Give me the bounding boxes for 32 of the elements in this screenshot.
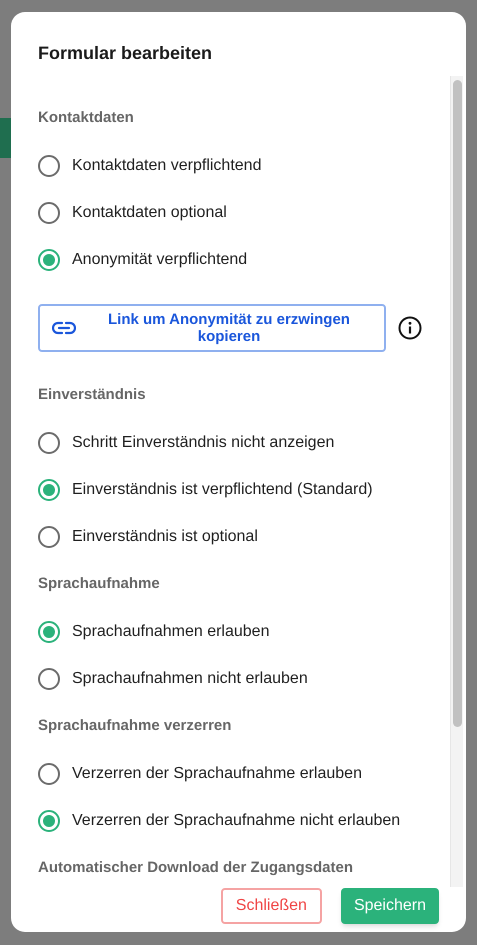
close-button[interactable]: Schließen — [220, 888, 322, 924]
radio-button[interactable] — [38, 248, 60, 270]
radio-label[interactable]: Kontaktdaten optional — [72, 200, 227, 224]
section-heading: Sprachaufnahme verzerren — [38, 716, 232, 736]
radio-label[interactable]: Verzerren der Sprachaufnahme nicht erlauben — [72, 808, 400, 832]
radio-label[interactable]: Verzerren der Sprachaufnahme erlauben — [72, 762, 362, 786]
radio-button[interactable] — [38, 202, 60, 224]
section-heading: Automatischer Download der Zugangsdaten — [38, 858, 354, 878]
radio-label[interactable]: Einverständnis ist verpflichtend (Standard) — [72, 478, 373, 502]
radio-label[interactable]: Sprachaufnahmen nicht erlauben — [72, 666, 308, 690]
radio-label[interactable]: Schritt Einverständnis nicht anzeigen — [72, 430, 334, 454]
radio-label[interactable]: Sprachaufnahmen erlauben — [72, 620, 270, 644]
copy-link-button[interactable]: Link um Anonymität zu erzwingen kopieren — [38, 304, 386, 352]
scrollbar[interactable] — [450, 76, 463, 887]
radio-label[interactable]: Kontaktdaten verpflichtend — [72, 154, 262, 178]
radio-label[interactable]: Einverständnis ist optional — [72, 524, 258, 548]
radio-label[interactable]: Anonymität verpflichtend — [72, 248, 248, 272]
section-heading: Kontaktdaten — [38, 108, 134, 128]
section-heading: Einverständnis — [38, 384, 146, 405]
section-heading: Sprachaufnahme — [38, 574, 160, 594]
radio-button[interactable] — [38, 432, 60, 454]
link-icon — [52, 321, 76, 335]
scrollbar-thumb[interactable] — [453, 80, 462, 727]
radio-button[interactable] — [38, 620, 60, 642]
radio-button[interactable] — [38, 526, 60, 548]
dialog-title: Formular bearbeiten — [38, 42, 212, 64]
radio-button[interactable] — [38, 154, 60, 176]
radio-button[interactable] — [38, 668, 60, 690]
info-icon[interactable] — [398, 316, 422, 340]
radio-button[interactable] — [38, 478, 60, 500]
radio-button[interactable] — [38, 810, 60, 832]
radio-button[interactable] — [38, 762, 60, 784]
